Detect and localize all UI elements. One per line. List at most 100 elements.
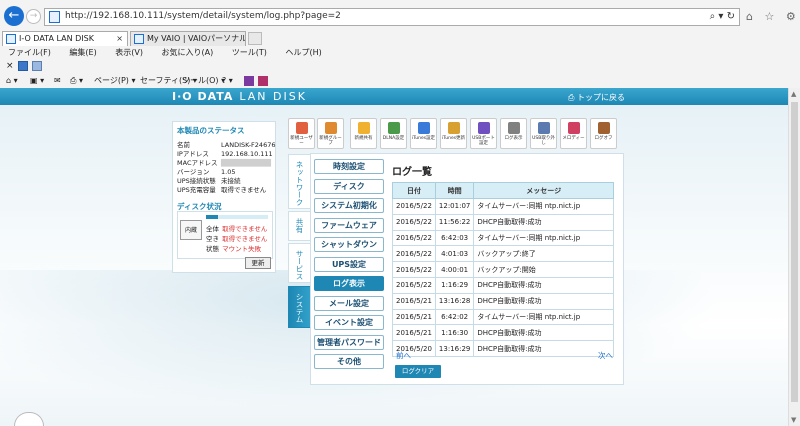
research-icon[interactable]	[244, 76, 254, 86]
menu-firmware[interactable]: ファームウェア	[314, 218, 384, 233]
column-date: 日付	[392, 182, 436, 199]
forward-arrow-icon[interactable]: →	[26, 9, 41, 24]
menu-other[interactable]: その他	[314, 354, 384, 369]
new-user-button[interactable]: 新規ユーザー	[288, 118, 315, 149]
menu-tools[interactable]: ツール(T)	[232, 48, 267, 57]
menu-event-settings[interactable]: イベント設定	[314, 315, 384, 330]
favorites-bar: ×	[0, 60, 800, 72]
menu-view[interactable]: 表示(V)	[115, 48, 143, 57]
itunes-settings-button[interactable]: iTunes設定	[410, 118, 437, 149]
close-tab-icon[interactable]: ×	[116, 32, 123, 45]
page-menu[interactable]: ページ(P) ▾	[94, 74, 135, 88]
home-icon[interactable]: ⌂ ▾	[6, 74, 18, 88]
menu-favorites[interactable]: お気に入り(A)	[162, 48, 214, 57]
menu-shutdown[interactable]: シャットダウン	[314, 237, 384, 252]
table-row: 2016/5/22 1:16:29 DHCP自動取得:成功	[392, 276, 614, 294]
address-bar[interactable]: http://192.168.10.111/system/detail/syst…	[44, 8, 740, 26]
table-row: 2016/5/22 11:56:22 DHCP自動取得:成功	[392, 213, 614, 231]
menu-log-view[interactable]: ログ表示	[314, 276, 384, 291]
logoff-button[interactable]: ログオフ	[590, 118, 617, 149]
log-table: 日付 時間 メッセージ 2016/5/22 12:01:07 タイムサーバー:同期 …	[392, 182, 614, 357]
menu-ups-settings[interactable]: UPS設定	[314, 257, 384, 272]
table-row: 2016/5/21 13:16:28 DHCP自動取得:成功	[392, 292, 614, 310]
tab-favicon-icon	[6, 34, 16, 44]
favorite-site-icon[interactable]	[32, 61, 42, 71]
table-header-row: 日付 時間 メッセージ	[392, 182, 614, 199]
disk-usage-bar	[206, 215, 268, 219]
usb-port-settings-button[interactable]: USBポート設定	[470, 118, 497, 149]
users-icon	[296, 122, 308, 134]
tab-my-vaio[interactable]: My VAIO | VAIOパーソナルコンピュ...	[130, 31, 246, 46]
menu-bar: ファイル(F) 編集(E) 表示(V) お気に入り(A) ツール(T) ヘルプ(…	[0, 46, 800, 60]
table-row: 2016/5/21 1:16:30 DHCP自動取得:成功	[392, 324, 614, 342]
new-share-button[interactable]: 新規共有	[350, 118, 377, 149]
menu-admin-password[interactable]: 管理者パスワード	[314, 335, 384, 350]
menu-mail-settings[interactable]: メール設定	[314, 296, 384, 311]
new-tab-button[interactable]	[248, 32, 262, 45]
prev-page-link[interactable]: 前へ	[396, 350, 411, 361]
url-text[interactable]: http://192.168.10.111/system/detail/syst…	[65, 11, 341, 21]
tab-favicon-icon	[134, 34, 144, 44]
help-icon[interactable]: ? ▾	[222, 74, 233, 88]
tab-network[interactable]: ネットワーク	[288, 154, 310, 209]
log-view-button[interactable]: ログ表示	[500, 118, 527, 149]
print-icon[interactable]: ⎙ ▾	[70, 74, 83, 88]
log-clear-button[interactable]: ログクリア	[395, 365, 441, 378]
scroll-down-icon[interactable]: ▼	[791, 416, 796, 424]
scroll-up-icon[interactable]: ▲	[791, 90, 796, 98]
toolbar-icons[interactable]: ⌂ ☆ ⚙ ☺	[746, 10, 800, 23]
command-bar: ⌂ ▾ ▣ ▾ ✉ ⎙ ▾ ページ(P) ▾ セーフティ(S) ▾ ツール(O)…	[0, 74, 800, 88]
tab-strip: I-O DATA LAN DISK × My VAIO | VAIOパーソナルコ…	[0, 30, 800, 46]
browser-chrome: ← → http://192.168.10.111/system/detail/…	[0, 0, 800, 88]
tab-label: I-O DATA LAN DISK	[19, 34, 94, 43]
melody-button[interactable]: メロディー	[560, 118, 587, 149]
melody-icon	[568, 122, 580, 134]
back-to-top-link[interactable]: ⎙ トップに戻る	[568, 92, 625, 103]
disk-row: 全体 取得できません	[206, 225, 268, 233]
new-group-button[interactable]: 新規グループ	[317, 118, 344, 149]
dlna-settings-button[interactable]: DLNA設定	[380, 118, 407, 149]
feeds-icon[interactable]: ▣ ▾	[30, 74, 44, 88]
mail-icon[interactable]: ✉	[54, 74, 61, 88]
refresh-button[interactable]: 更新	[245, 257, 271, 269]
status-row: UPS充電容量 取得できません	[177, 186, 267, 194]
usb-remove-button[interactable]: USB取り外し	[530, 118, 557, 149]
close-x-icon[interactable]: ×	[6, 61, 16, 71]
scroll-thumb[interactable]	[791, 102, 798, 402]
tab-service[interactable]: サービス	[288, 243, 310, 283]
itunes-update-button[interactable]: iTunes更新	[440, 118, 467, 149]
disk-icon: 内蔵	[180, 220, 202, 240]
table-row: 2016/5/22 4:00:01 バックアップ:開始	[392, 261, 614, 278]
column-time: 時間	[434, 182, 475, 199]
tab-label: My VAIO | VAIOパーソナルコンピュ...	[147, 34, 245, 43]
favorite-site-icon[interactable]	[18, 61, 28, 71]
vertical-scrollbar[interactable]: ▲ ▼	[788, 88, 800, 426]
tab-share[interactable]: 共有	[288, 211, 310, 241]
tools-menu[interactable]: ツール(O) ▾	[182, 74, 225, 88]
tab-system[interactable]: システム	[288, 286, 310, 328]
usb-icon	[478, 122, 490, 134]
folder-icon	[358, 122, 370, 134]
table-row: 2016/5/20 13:16:29 DHCP自動取得:成功	[392, 340, 614, 357]
disk-box: 内蔵 全体 取得できません 空き 取得できません 状態 マウント失敗	[177, 211, 273, 259]
table-row: 2016/5/22 6:42:03 タイムサーバー:同期 ntp.nict.jp	[392, 229, 614, 247]
status-title: 本製品のステータス	[177, 126, 245, 135]
group-icon	[325, 122, 337, 134]
menu-system-init[interactable]: システム初期化	[314, 198, 384, 213]
navigation-bar: ← → http://192.168.10.111/system/detail/…	[0, 0, 800, 30]
address-actions-icon[interactable]: ⌕ ▾ ↻	[710, 11, 735, 22]
table-row: 2016/5/21 6:42:02 タイムサーバー:同期 ntp.nict.jp	[392, 308, 614, 326]
menu-file[interactable]: ファイル(F)	[8, 48, 51, 57]
menu-help[interactable]: ヘルプ(H)	[285, 48, 321, 57]
menu-disk[interactable]: ディスク	[314, 179, 384, 194]
back-arrow-icon[interactable]: ←	[4, 6, 24, 26]
usb-eject-icon	[538, 122, 550, 134]
tab-landisk[interactable]: I-O DATA LAN DISK ×	[2, 31, 128, 46]
addon-icon[interactable]	[258, 76, 268, 86]
next-page-link[interactable]: 次へ	[598, 350, 613, 361]
disk-row: 空き 取得できません	[206, 235, 268, 243]
dlna-icon	[388, 122, 400, 134]
menu-edit[interactable]: 編集(E)	[69, 48, 96, 57]
status-panel: 本製品のステータス 名前 LANDISK-F24676 IPアドレス 192.168…	[172, 121, 276, 273]
menu-time-settings[interactable]: 時刻設定	[314, 159, 384, 174]
